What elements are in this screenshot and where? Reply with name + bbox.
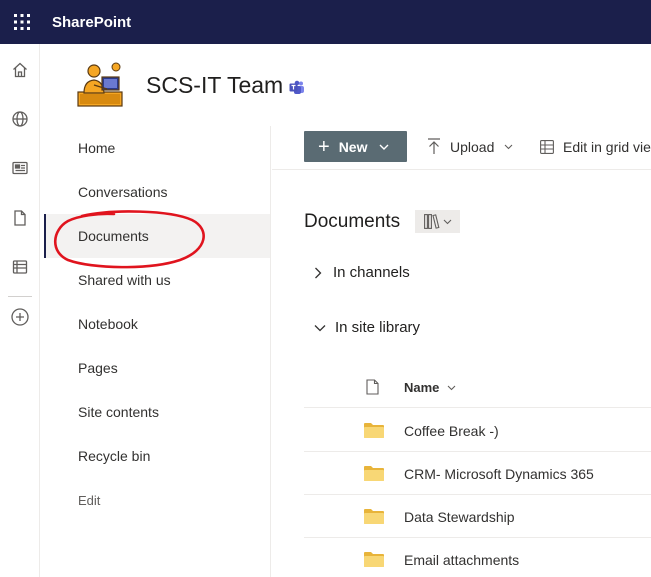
globe-icon[interactable] xyxy=(0,99,40,139)
command-bar: + New Upload Edit in grid vie xyxy=(272,126,651,170)
file-type-icon[interactable] xyxy=(366,379,379,395)
file-icon[interactable] xyxy=(0,198,40,238)
waffle-icon[interactable] xyxy=(0,0,44,44)
nav-item-label: Recycle bin xyxy=(78,448,151,464)
group-label: In site library xyxy=(335,319,421,336)
folder-icon xyxy=(364,466,384,481)
nav-item-label: Documents xyxy=(78,228,149,244)
teams-icon[interactable] xyxy=(289,80,305,100)
nav-item-label: Site contents xyxy=(78,404,159,420)
news-icon[interactable] xyxy=(0,148,40,188)
nav-item-conversations[interactable]: Conversations xyxy=(44,170,270,214)
column-header-row: Name xyxy=(304,368,651,408)
nav-item-site-contents[interactable]: Site contents xyxy=(44,390,270,434)
file-name[interactable]: Email attachments xyxy=(404,552,519,568)
left-navigation: Home Conversations Documents Shared with… xyxy=(44,126,271,577)
add-circle-icon[interactable] xyxy=(0,297,40,337)
table-row[interactable]: Email attachments xyxy=(304,538,651,577)
chevron-down-icon xyxy=(443,219,451,224)
library-title: Documents xyxy=(304,211,401,232)
upload-button-label: Upload xyxy=(450,138,495,155)
library-view-button[interactable] xyxy=(415,210,460,233)
nav-item-label: Home xyxy=(78,140,116,156)
nav-item-label: Shared with us xyxy=(78,272,171,288)
chevron-down-icon xyxy=(379,144,389,150)
upload-icon xyxy=(428,138,440,154)
name-column-header[interactable]: Name xyxy=(404,380,456,395)
table-row[interactable]: Coffee Break -) xyxy=(304,409,651,452)
table-row[interactable]: Data Stewardship xyxy=(304,495,651,538)
upload-button[interactable]: Upload xyxy=(427,131,513,162)
group-in-channels[interactable]: In channels xyxy=(314,264,410,281)
nav-edit-link[interactable]: Edit xyxy=(44,478,270,522)
group-in-site-library[interactable]: In site library xyxy=(314,319,420,336)
edit-in-grid-view-button[interactable]: Edit in grid vie xyxy=(540,131,651,162)
nav-item-home[interactable]: Home xyxy=(44,126,270,170)
folder-icon xyxy=(364,509,384,524)
chevron-right-icon xyxy=(315,267,322,278)
file-name[interactable]: Data Stewardship xyxy=(404,509,515,525)
chevron-down-icon xyxy=(448,385,456,390)
nav-item-label: Conversations xyxy=(78,184,168,200)
new-button-label: New xyxy=(338,138,368,155)
table-row[interactable]: CRM- Microsoft Dynamics 365 xyxy=(304,452,651,495)
nav-item-label: Notebook xyxy=(78,316,138,332)
file-name[interactable]: CRM- Microsoft Dynamics 365 xyxy=(404,466,594,482)
folder-icon xyxy=(364,423,384,438)
nav-item-documents[interactable]: Documents xyxy=(44,214,270,258)
edit-in-grid-view-label: Edit in grid vie xyxy=(563,138,651,155)
folder-icon xyxy=(364,552,384,567)
site-title[interactable]: SCS-IT Team xyxy=(146,72,283,99)
home-icon[interactable] xyxy=(0,50,40,90)
plus-icon: + xyxy=(318,135,330,158)
suite-bar: SharePoint xyxy=(0,0,651,44)
nav-item-notebook[interactable]: Notebook xyxy=(44,302,270,346)
grid-icon xyxy=(540,139,554,154)
app-bar xyxy=(0,44,40,577)
name-column-label: Name xyxy=(404,380,440,395)
lists-icon[interactable] xyxy=(0,247,40,287)
nav-item-recycle-bin[interactable]: Recycle bin xyxy=(44,434,270,478)
nav-edit-label: Edit xyxy=(78,492,101,508)
chevron-down-icon xyxy=(314,324,326,331)
new-button[interactable]: + New xyxy=(304,131,407,162)
nav-item-shared-with-us[interactable]: Shared with us xyxy=(44,258,270,302)
app-title[interactable]: SharePoint xyxy=(52,14,131,31)
group-label: In channels xyxy=(333,264,410,281)
site-logo[interactable] xyxy=(74,59,126,111)
nav-item-pages[interactable]: Pages xyxy=(44,346,270,390)
nav-item-label: Pages xyxy=(78,360,118,376)
chevron-down-icon xyxy=(504,144,513,149)
library-view-icon xyxy=(423,214,439,229)
file-name[interactable]: Coffee Break -) xyxy=(404,423,499,439)
